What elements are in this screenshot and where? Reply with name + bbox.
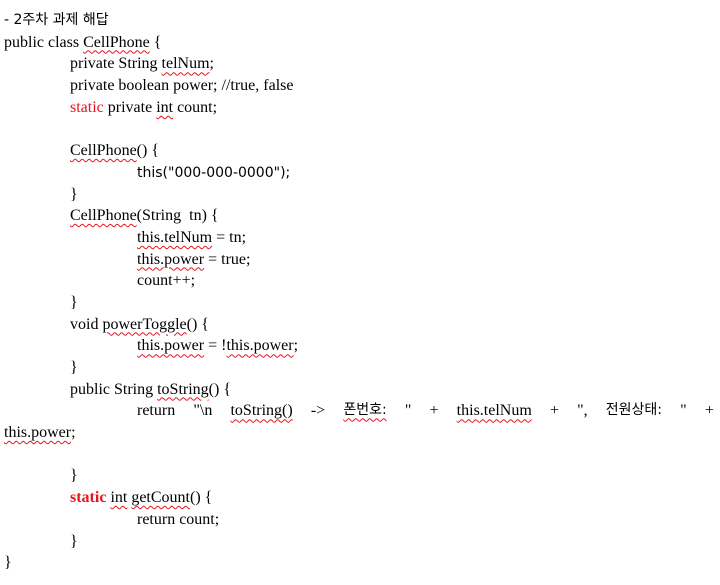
spellcheck-word: this.power [4,424,72,442]
code-line-param-constructor: CellPhone(String tn) { [4,205,716,227]
code-token: + [704,402,714,420]
section-heading: - 2주차 과제 해답 [4,12,109,28]
spellcheck-word: int [156,98,174,116]
code-line-field-telnum: private String telNum; [4,53,716,75]
code-line-close-brace: } [70,359,78,376]
code-line-close-brace: } [70,532,78,550]
code-line-this-call: this("000-000-0000"); [4,162,716,184]
code-line-field-count: static private int count; [4,97,716,119]
code-text: void [70,315,103,333]
code-token: + [429,402,439,420]
code-line-field-power: private boolean power; //true, false [70,77,294,95]
code-text: ; [293,337,299,355]
code-text: () { [190,489,213,507]
code-line-return-count: return count; [137,510,220,528]
code-text: this("000-000-0000"); [137,164,291,181]
code-line-close-brace: } [70,293,78,311]
spellcheck-word: powerToggle [102,315,187,333]
code-line-class-declaration: public class CellPhone { [4,32,716,54]
code-token: " [404,402,412,420]
code-line-wrapped-continuation: this.power; [4,422,716,444]
code-text: ; [71,424,76,442]
spellcheck-word: CellPhone [70,142,137,160]
code-line-getcount-method: static int getCount() { [4,487,716,509]
code-line-return-string: return "\n toString() -> 폰번호: " + this.t… [4,400,716,422]
spellcheck-word: telNum [161,55,210,73]
document-body: - 2주차 과제 해답 public class CellPhone { pri… [4,10,716,574]
static-keyword: static [70,489,107,507]
code-line-toggle-power: this.power = !this.power; [4,335,716,357]
code-text: private [103,98,157,116]
code-text: (String tn) { [136,207,219,225]
code-line-close-brace: } [70,185,78,203]
code-text: = tn; [212,228,247,246]
spellcheck-word: getCount [131,489,190,507]
spellcheck-word: this.power [137,250,205,268]
code-text: count; [173,98,218,116]
code-line-assign-power: this.power = true; [4,249,716,271]
code-line-default-constructor: CellPhone() { [4,140,716,162]
code-token: 전원상태: [605,402,663,419]
spellcheck-word: int [110,489,128,507]
spellcheck-word: this.power [137,337,205,355]
code-text: ; [209,55,214,73]
code-token: "\n [193,402,213,420]
code-text: { [149,33,162,51]
spellcheck-word: toString [157,380,209,398]
code-token: ", [577,402,588,420]
code-token: + [549,402,559,420]
code-token: " [680,402,687,420]
code-line-increment-count: count++; [137,272,196,290]
code-text: = ! [204,337,227,355]
code-line-tostring-method: public String toString() { [4,379,716,401]
spellcheck-word: CellPhone [83,33,150,51]
code-token: return [137,402,176,420]
code-text: () { [208,380,232,398]
spellcheck-word: toString() [230,402,293,420]
code-text: public class [4,33,84,51]
spellcheck-word: this.power [226,337,294,355]
spellcheck-word: 폰번호: [343,402,387,419]
code-text: public String [70,380,158,398]
code-line-class-close-brace: } [4,554,12,572]
spellcheck-word: this.telNum [137,228,213,246]
code-text: = true; [204,250,251,268]
code-line-close-brace: } [70,467,78,485]
code-line-power-toggle-method: void powerToggle() { [4,314,716,336]
code-text: private String [70,55,162,73]
spellcheck-word: CellPhone [70,207,137,225]
code-text: () { [186,315,209,333]
code-token: -> [310,402,326,420]
spellcheck-word: this.telNum [456,402,532,420]
code-text: () { [136,142,160,160]
static-keyword: static [70,98,104,116]
code-line-assign-telnum: this.telNum = tn; [4,227,716,249]
